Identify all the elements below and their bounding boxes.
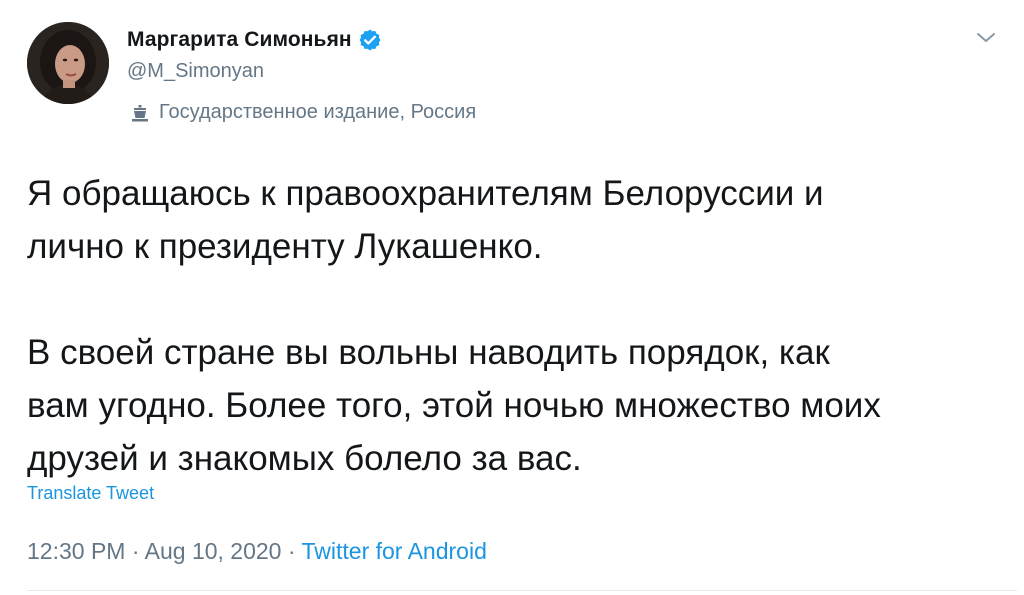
- tweet-paragraph: Я обращаюсь к правоохранителям Белорусси…: [27, 174, 824, 266]
- government-building-icon: [131, 103, 149, 123]
- tweet-time[interactable]: 12:30 PM: [27, 538, 125, 564]
- tweet-metadata: 12:30 PM · Aug 10, 2020 · Twitter for An…: [27, 538, 487, 565]
- chevron-down-icon[interactable]: [974, 28, 998, 48]
- meta-separator: ·: [281, 538, 302, 564]
- tweet-text: Я обращаюсь к правоохранителям Белорусси…: [27, 167, 1007, 485]
- author-display-name[interactable]: Маргарита Симоньян: [127, 28, 352, 52]
- avatar[interactable]: [27, 22, 109, 104]
- tweet-source-link[interactable]: Twitter for Android: [302, 538, 487, 564]
- tweet-header: Маргарита Симоньян @M_Simonyan Государст…: [127, 24, 476, 124]
- name-row: Маргарита Симоньян: [127, 24, 476, 56]
- state-media-label-text: Государственное издание, Россия: [159, 101, 477, 123]
- translate-tweet-link[interactable]: Translate Tweet: [27, 483, 154, 504]
- meta-separator: ·: [125, 538, 145, 564]
- tweet-paragraph: В своей стране вы вольны наводить порядо…: [27, 333, 881, 478]
- tweet-card: Маргарита Симоньян @M_Simonyan Государст…: [0, 0, 1024, 595]
- tweet-date[interactable]: Aug 10, 2020: [145, 538, 282, 564]
- state-media-label[interactable]: Государственное издание, Россия: [131, 101, 476, 124]
- author-handle[interactable]: @M_Simonyan: [127, 60, 476, 83]
- verified-badge-icon: [358, 28, 382, 52]
- divider: [27, 590, 1017, 591]
